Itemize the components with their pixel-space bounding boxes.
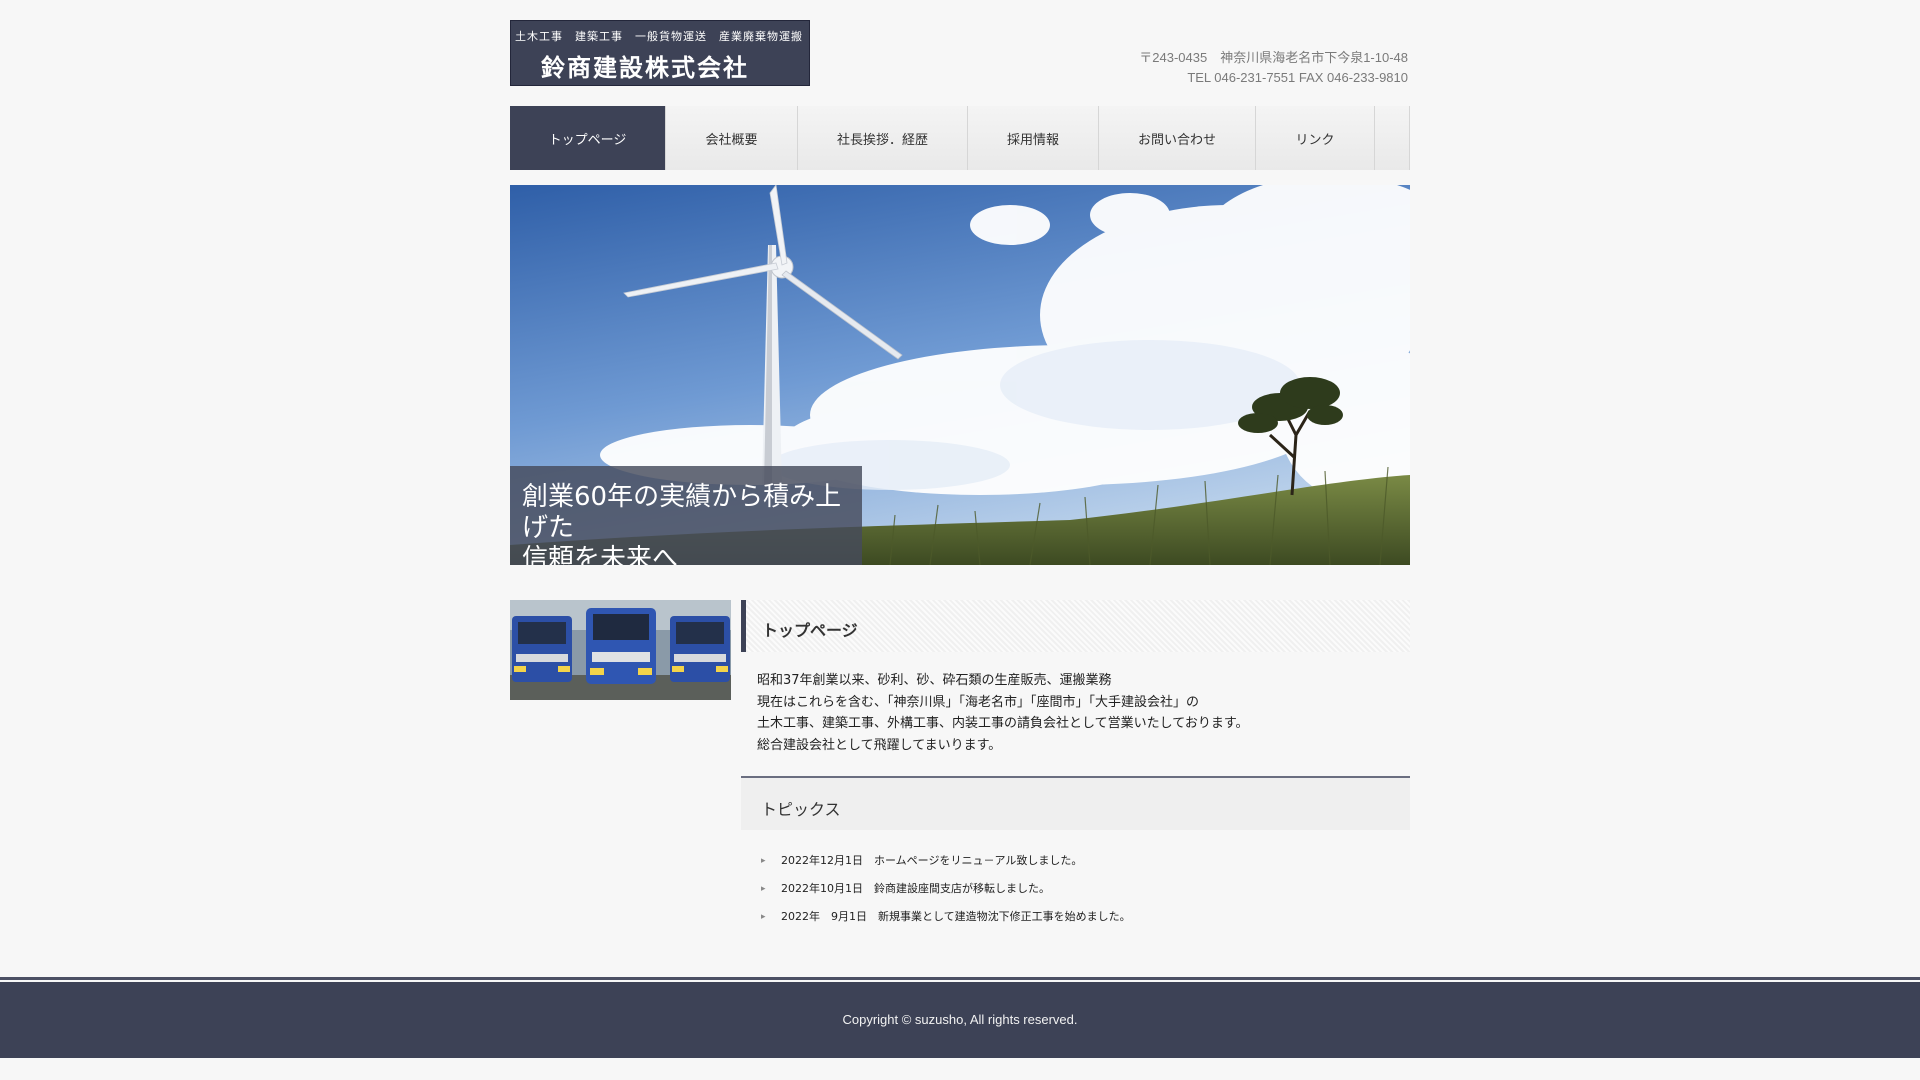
topic-item: ▸ 2022年 9月1日 新規事業として建造物沈下修正工事を始めました。 (759, 908, 1410, 936)
logo-company-name: 鈴商建設株式会社 (541, 54, 749, 82)
topics-list: ▸ 2022年12月1日 ホームページをリニュ－アル致しました。 ▸ 2022年10… (759, 852, 1410, 936)
topics-heading: トピックス (741, 776, 1410, 830)
company-contact: 〒243-0435 神奈川県海老名市下今泉1-10-48 TEL 046-231… (1139, 48, 1408, 88)
hero-banner: 創業60年の実績から積み上げた 信頼を未来へ (510, 185, 1410, 565)
copyright-text: Copyright © suzusho, All rights reserved… (842, 1012, 1078, 1027)
intro-text: 昭和37年創業以来、砂利、砂、砕石類の生産販売、運搬業務 現在はこれらを含む、「… (757, 670, 1410, 756)
nav-item-contact[interactable]: お問い合わせ (1099, 106, 1256, 170)
intro-line: 昭和37年創業以来、砂利、砂、砕石類の生産販売、運搬業務 (757, 673, 1112, 688)
phone-fax-text: TEL 046-231-7551 FAX 046-233-9810 (1187, 70, 1408, 85)
footer: Copyright © suzusho, All rights reserved… (0, 982, 1920, 1058)
nav-item-top[interactable]: トップページ (510, 106, 666, 170)
address-text: 〒243-0435 神奈川県海老名市下今泉1-10-48 (1139, 50, 1408, 65)
topic-text: 2022年 9月1日 新規事業として建造物沈下修正工事を始めました。 (781, 910, 1131, 923)
trucks-photo (510, 600, 731, 700)
nav-item-recruit[interactable]: 採用情報 (968, 106, 1099, 170)
intro-line: 土木工事、建築工事、外構工事、内装工事の請負会社として営業いたしております。 (757, 716, 1249, 731)
nav-item-greeting[interactable]: 社長挨拶．経歴 (798, 106, 968, 170)
topic-item: ▸ 2022年10月1日 鈴商建設座間支店が移転しました。 (759, 880, 1410, 908)
main-content: トップページ 昭和37年創業以来、砂利、砂、砕石類の生産販売、運搬業務 現在はこ… (741, 600, 1410, 936)
company-logo[interactable]: 土木工事 建築工事 一般貨物運送 産業廃棄物運搬 鈴商建設株式会社 (510, 20, 810, 86)
bullet-arrow-icon: ▸ (761, 856, 766, 866)
topic-text: 2022年12月1日 ホームページをリニュ－アル致しました。 (781, 854, 1083, 867)
intro-line: 現在はこれらを含む、「神奈川県」「海老名市」｢座間市」「大手建設会社」の (757, 694, 1200, 710)
topic-text: 2022年10月1日 鈴商建設座間支店が移転しました。 (781, 882, 1050, 895)
nav-item-company[interactable]: 会社概要 (666, 106, 798, 170)
hero-caption-line1: 創業60年の実績から積み上げた (522, 482, 842, 543)
bullet-arrow-icon: ▸ (761, 912, 766, 922)
nav-item-links[interactable]: リンク (1256, 106, 1375, 170)
footer-divider (0, 977, 1920, 980)
hero-caption-line2: 信頼を未来へ (522, 544, 679, 565)
page-heading: トップページ (741, 600, 1410, 652)
sidebar-trucks-image (510, 600, 731, 700)
intro-line: 総合建設会社として飛躍してまいります。 (757, 737, 1002, 753)
bullet-arrow-icon: ▸ (761, 884, 766, 894)
topic-item: ▸ 2022年12月1日 ホームページをリニュ－アル致しました。 (759, 852, 1410, 880)
hero-caption: 創業60年の実績から積み上げた 信頼を未来へ (510, 466, 862, 565)
nav-item-spacer (1375, 106, 1410, 170)
global-nav: トップページ 会社概要 社長挨拶．経歴 採用情報 お問い合わせ リンク (510, 106, 1410, 170)
logo-business-lines: 土木工事 建築工事 一般貨物運送 産業廃棄物運搬 (515, 30, 803, 43)
